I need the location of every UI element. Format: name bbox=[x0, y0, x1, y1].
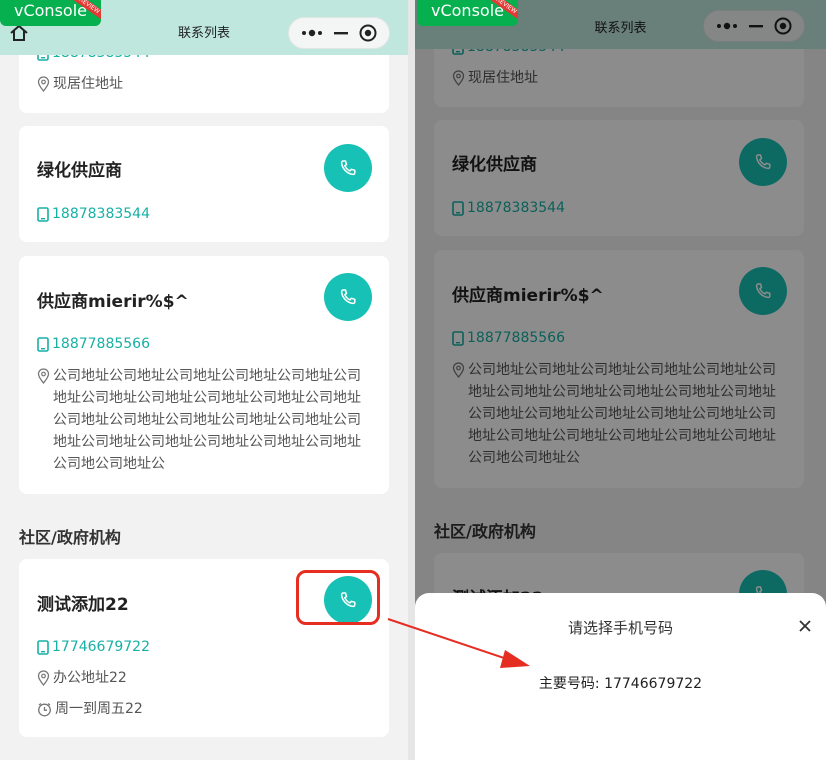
phone-number: 17746679722 bbox=[52, 639, 150, 655]
address-text: 公司地址公司地址公司地址公司地址公司地址公司地址公司地址公司地址公司地址公司地址… bbox=[53, 368, 361, 472]
phone-row[interactable]: 18877885566 bbox=[37, 336, 150, 352]
close-icon[interactable] bbox=[798, 619, 812, 633]
hours-row: 周一到周五22 bbox=[37, 698, 143, 720]
phone-icon bbox=[340, 289, 356, 305]
mini-program-capsule bbox=[288, 17, 390, 49]
phone-number: 18877885566 bbox=[52, 336, 150, 352]
contact-name: 绿化供应商 bbox=[37, 161, 122, 181]
vconsole-label: vConsole bbox=[14, 1, 87, 20]
location-icon bbox=[37, 670, 50, 686]
primary-number-option[interactable]: 主要号码: 17746679722 bbox=[415, 673, 826, 693]
location-icon bbox=[37, 368, 50, 384]
section-title: 社区/政府机构 bbox=[19, 528, 121, 547]
phone-icon bbox=[340, 160, 356, 176]
close-app-icon[interactable] bbox=[358, 23, 378, 43]
sheet-title: 请选择手机号码 bbox=[567, 619, 673, 637]
vconsole-button[interactable]: vConsole PREVIEW bbox=[417, 0, 518, 26]
phone-select-sheet: 请选择手机号码 主要号码: 17746679722 润 bbox=[415, 593, 826, 760]
phone-row[interactable]: 17746679722 bbox=[37, 639, 150, 655]
phone-row[interactable]: 18878383544 bbox=[37, 206, 150, 222]
address-row: 办公地址22 bbox=[37, 667, 127, 689]
phone-number: 18878383544 bbox=[52, 206, 150, 222]
right-screen: 联系列表 vConsole PREVIEW 18878383544 现居住地址 … bbox=[415, 0, 826, 760]
vconsole-button[interactable]: vConsole PREVIEW bbox=[0, 0, 101, 26]
divider bbox=[408, 0, 415, 760]
vconsole-label: vConsole bbox=[431, 1, 504, 20]
address-row: 公司地址公司地址公司地址公司地址公司地址公司地址公司地址公司地址公司地址公司地址… bbox=[37, 365, 369, 475]
call-button[interactable] bbox=[324, 273, 372, 321]
address-text: 现居住地址 bbox=[53, 76, 123, 92]
hours-text: 周一到周五22 bbox=[55, 701, 143, 717]
contact-card[interactable]: 供应商mierir%$^ 18877885566 公司地址公司地址公司地址公司地… bbox=[19, 256, 389, 494]
address-text: 办公地址22 bbox=[53, 670, 127, 686]
contact-name: 测试添加22 bbox=[37, 595, 129, 615]
minimize-icon[interactable] bbox=[333, 27, 349, 39]
call-button[interactable] bbox=[324, 144, 372, 192]
location-icon bbox=[37, 76, 50, 92]
mobile-icon bbox=[37, 336, 49, 352]
more-icon[interactable] bbox=[300, 27, 324, 39]
clock-icon bbox=[38, 703, 51, 717]
contact-card[interactable]: 绿化供应商 18878383544 bbox=[19, 126, 389, 242]
left-screen: 联系列表 vConsole PREVIEW 18878383544 现居住地址 … bbox=[0, 0, 408, 760]
highlight-box bbox=[296, 570, 380, 625]
address-row: 现居住地址 bbox=[37, 73, 123, 95]
contact-name: 供应商mierir%$^ bbox=[37, 292, 189, 312]
mobile-icon bbox=[37, 639, 49, 655]
mobile-icon bbox=[37, 206, 49, 222]
